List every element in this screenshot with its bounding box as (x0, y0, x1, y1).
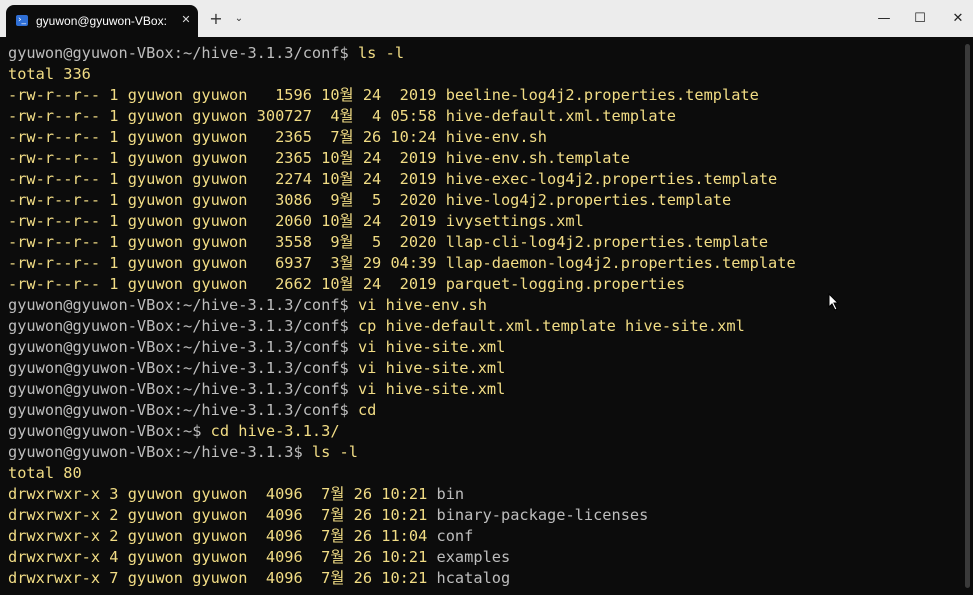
output-text: -rw-r--r-- 1 gyuwon gyuwon 2365 10월 24 2… (8, 149, 630, 167)
output-text: -rw-r--r-- 1 gyuwon gyuwon 2274 10월 24 2… (8, 170, 778, 188)
prompt: gyuwon@gyuwon-VBox:~/hive-3.1.3/conf$ (8, 317, 349, 335)
output-text: -rw-r--r-- 1 gyuwon gyuwon 3558 9월 5 202… (8, 233, 769, 251)
terminal-line: drwxrwxr-x 2 gyuwon gyuwon 4096 7월 26 10… (8, 505, 648, 526)
tab-close-button[interactable]: ✕ (178, 12, 194, 28)
terminal-line: drwxrwxr-x 7 gyuwon gyuwon 4096 7월 26 10… (8, 568, 510, 589)
terminal-line: gyuwon@gyuwon-VBox:~$ cd hive-3.1.3/ (8, 421, 340, 442)
directory-name: examples (436, 548, 511, 566)
command-text: vi hive-site.xml (348, 359, 506, 377)
prompt: gyuwon@gyuwon-VBox:~/hive-3.1.3/conf$ (8, 401, 349, 419)
output-text: total 80 (8, 464, 82, 482)
command-text: cd hive-3.1.3/ (201, 422, 340, 440)
output-text: drwxrwxr-x 2 gyuwon gyuwon 4096 7월 26 10… (8, 506, 437, 524)
terminal-output[interactable]: gyuwon@gyuwon-VBox:~/hive-3.1.3/conf$ ls… (0, 37, 973, 595)
close-button[interactable]: ✕ (936, 6, 973, 32)
terminal-line: gyuwon@gyuwon-VBox:~/hive-3.1.3/conf$ vi… (8, 295, 487, 316)
terminal-line: gyuwon@gyuwon-VBox:~/hive-3.1.3/conf$ ls… (8, 43, 404, 64)
scrollbar-thumb[interactable] (965, 44, 970, 588)
directory-name: binary-package-licenses (436, 506, 649, 524)
prompt: gyuwon@gyuwon-VBox:~/hive-3.1.3$ (8, 443, 303, 461)
terminal-line: gyuwon@gyuwon-VBox:~/hive-3.1.3/conf$ vi… (8, 379, 505, 400)
terminal-line: gyuwon@gyuwon-VBox:~/hive-3.1.3/conf$ vi… (8, 358, 505, 379)
command-text: ls -l (348, 44, 405, 62)
output-text: -rw-r--r-- 1 gyuwon gyuwon 1596 10월 24 2… (8, 86, 759, 104)
terminal-line: gyuwon@gyuwon-VBox:~/hive-3.1.3/conf$ vi… (8, 337, 505, 358)
terminal-window: ›_ gyuwon@gyuwon-VBox: ~/h ✕ + ⌄ — ☐ ✕ g… (0, 0, 973, 595)
output-text: -rw-r--r-- 1 gyuwon gyuwon 3086 9월 5 202… (8, 191, 732, 209)
terminal-line: drwxrwxr-x 4 gyuwon gyuwon 4096 7월 26 10… (8, 547, 510, 568)
terminal-line: gyuwon@gyuwon-VBox:~/hive-3.1.3$ ls -l (8, 442, 358, 463)
new-tab-button[interactable]: + (207, 10, 225, 28)
command-text: vi hive-site.xml (348, 380, 506, 398)
output-text: -rw-r--r-- 1 gyuwon gyuwon 2060 10월 24 2… (8, 212, 584, 230)
powershell-icon: ›_ (16, 15, 28, 26)
command-text: cd (348, 401, 377, 419)
output-text: -rw-r--r-- 1 gyuwon gyuwon 300727 4월 4 0… (8, 107, 676, 125)
output-text: drwxrwxr-x 7 gyuwon gyuwon 4096 7월 26 10… (8, 569, 437, 587)
terminal-line: gyuwon@gyuwon-VBox:~/hive-3.1.3/conf$ cp… (8, 316, 745, 337)
command-text: vi hive-site.xml (348, 338, 506, 356)
output-text: drwxrwxr-x 2 gyuwon gyuwon 4096 7월 26 11… (8, 527, 437, 545)
terminal-line: gyuwon@gyuwon-VBox:~/hive-3.1.3/conf$ cd (8, 400, 376, 421)
output-text: drwxrwxr-x 3 gyuwon gyuwon 4096 7월 26 10… (8, 485, 437, 503)
mouse-pointer-icon (828, 292, 840, 311)
tab-title: gyuwon@gyuwon-VBox: ~/h (36, 14, 170, 28)
directory-name: conf (436, 527, 474, 545)
terminal-line: drwxrwxr-x 3 gyuwon gyuwon 4096 7월 26 10… (8, 484, 464, 505)
command-text: vi hive-env.sh (348, 296, 487, 314)
command-text: ls -l (302, 443, 358, 461)
prompt: gyuwon@gyuwon-VBox:~/hive-3.1.3/conf$ (8, 44, 349, 62)
directory-name: hcatalog (436, 569, 511, 587)
command-text: cp hive-default.xml.template hive-site.x… (348, 317, 745, 335)
terminal-line: total 80 (8, 463, 82, 484)
terminal-line: -rw-r--r-- 1 gyuwon gyuwon 3558 9월 5 202… (8, 232, 768, 253)
tab-dropdown-button[interactable]: ⌄ (231, 10, 247, 28)
terminal-line: drwxrwxr-x 2 gyuwon gyuwon 4096 7월 26 11… (8, 526, 473, 547)
tab-terminal[interactable]: ›_ gyuwon@gyuwon-VBox: ~/h ✕ (6, 5, 198, 37)
prompt: gyuwon@gyuwon-VBox:~/hive-3.1.3/conf$ (8, 338, 349, 356)
terminal-line: -rw-r--r-- 1 gyuwon gyuwon 3086 9월 5 202… (8, 190, 731, 211)
prompt: gyuwon@gyuwon-VBox:~$ (8, 422, 202, 440)
terminal-line: -rw-r--r-- 1 gyuwon gyuwon 6937 3월 29 04… (8, 253, 796, 274)
terminal-line: -rw-r--r-- 1 gyuwon gyuwon 2060 10월 24 2… (8, 211, 584, 232)
output-text: drwxrwxr-x 4 gyuwon gyuwon 4096 7월 26 10… (8, 548, 437, 566)
terminal-line: -rw-r--r-- 1 gyuwon gyuwon 1596 10월 24 2… (8, 85, 759, 106)
prompt: gyuwon@gyuwon-VBox:~/hive-3.1.3/conf$ (8, 359, 349, 377)
terminal-line: -rw-r--r-- 1 gyuwon gyuwon 300727 4월 4 0… (8, 106, 676, 127)
terminal-line: -rw-r--r-- 1 gyuwon gyuwon 2365 7월 26 10… (8, 127, 547, 148)
terminal-line: -rw-r--r-- 1 gyuwon gyuwon 2274 10월 24 2… (8, 169, 777, 190)
output-text: -rw-r--r-- 1 gyuwon gyuwon 2662 10월 24 2… (8, 275, 686, 293)
output-text: -rw-r--r-- 1 gyuwon gyuwon 2365 7월 26 10… (8, 128, 548, 146)
terminal-line: -rw-r--r-- 1 gyuwon gyuwon 2365 10월 24 2… (8, 148, 630, 169)
terminal-line: -rw-r--r-- 1 gyuwon gyuwon 2662 10월 24 2… (8, 274, 685, 295)
title-bar: ›_ gyuwon@gyuwon-VBox: ~/h ✕ + ⌄ — ☐ ✕ (0, 0, 973, 37)
directory-name: bin (436, 485, 465, 503)
prompt: gyuwon@gyuwon-VBox:~/hive-3.1.3/conf$ (8, 296, 349, 314)
prompt: gyuwon@gyuwon-VBox:~/hive-3.1.3/conf$ (8, 380, 349, 398)
terminal-line: total 336 (8, 64, 91, 85)
output-text: total 336 (8, 65, 91, 83)
output-text: -rw-r--r-- 1 gyuwon gyuwon 6937 3월 29 04… (8, 254, 796, 272)
